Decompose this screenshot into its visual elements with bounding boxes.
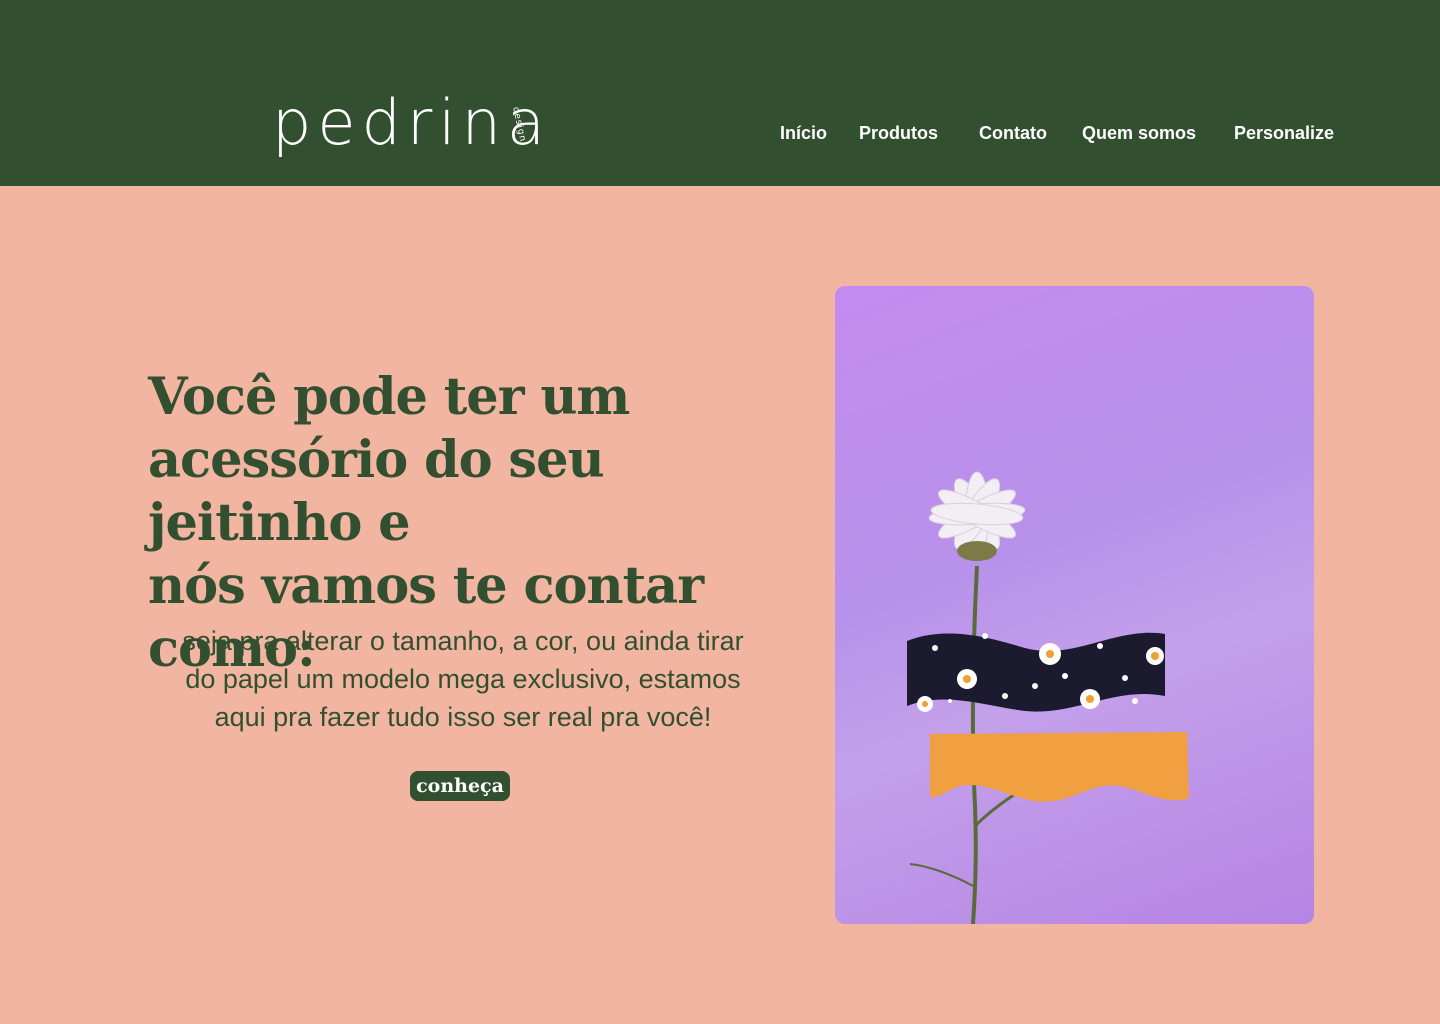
nav-item-contato[interactable]: Contato (979, 123, 1047, 144)
nav-item-inicio[interactable]: Início (780, 123, 827, 144)
conheca-button[interactable]: conheça (410, 771, 510, 801)
hero-photo (835, 286, 1314, 924)
brand-logo[interactable]: pedrina design (272, 92, 562, 172)
brand-name: pedrina (272, 86, 551, 159)
nav-item-quem-somos[interactable]: Quem somos (1082, 123, 1196, 144)
description-line: do papel um modelo mega exclusivo, estam… (185, 664, 741, 694)
site-header: pedrina design Início Produtos Contato Q… (0, 0, 1440, 186)
description-line: aqui pra fazer tudo isso ser real pra vo… (214, 702, 712, 732)
nav-item-produtos[interactable]: Produtos (859, 123, 938, 144)
hero-description: seja pra alterar o tamanho, a cor, ou ai… (148, 622, 778, 736)
headline-line: nós vamos te contar (148, 556, 704, 616)
flower-accessory-illustration (907, 471, 1189, 924)
headline-line: acessório do seu jeitinho e (148, 430, 605, 553)
nav-item-personalize[interactable]: Personalize (1234, 123, 1334, 144)
headline-line: Você pode ter um (148, 367, 630, 427)
description-line: seja pra alterar o tamanho, a cor, ou ai… (182, 626, 744, 656)
